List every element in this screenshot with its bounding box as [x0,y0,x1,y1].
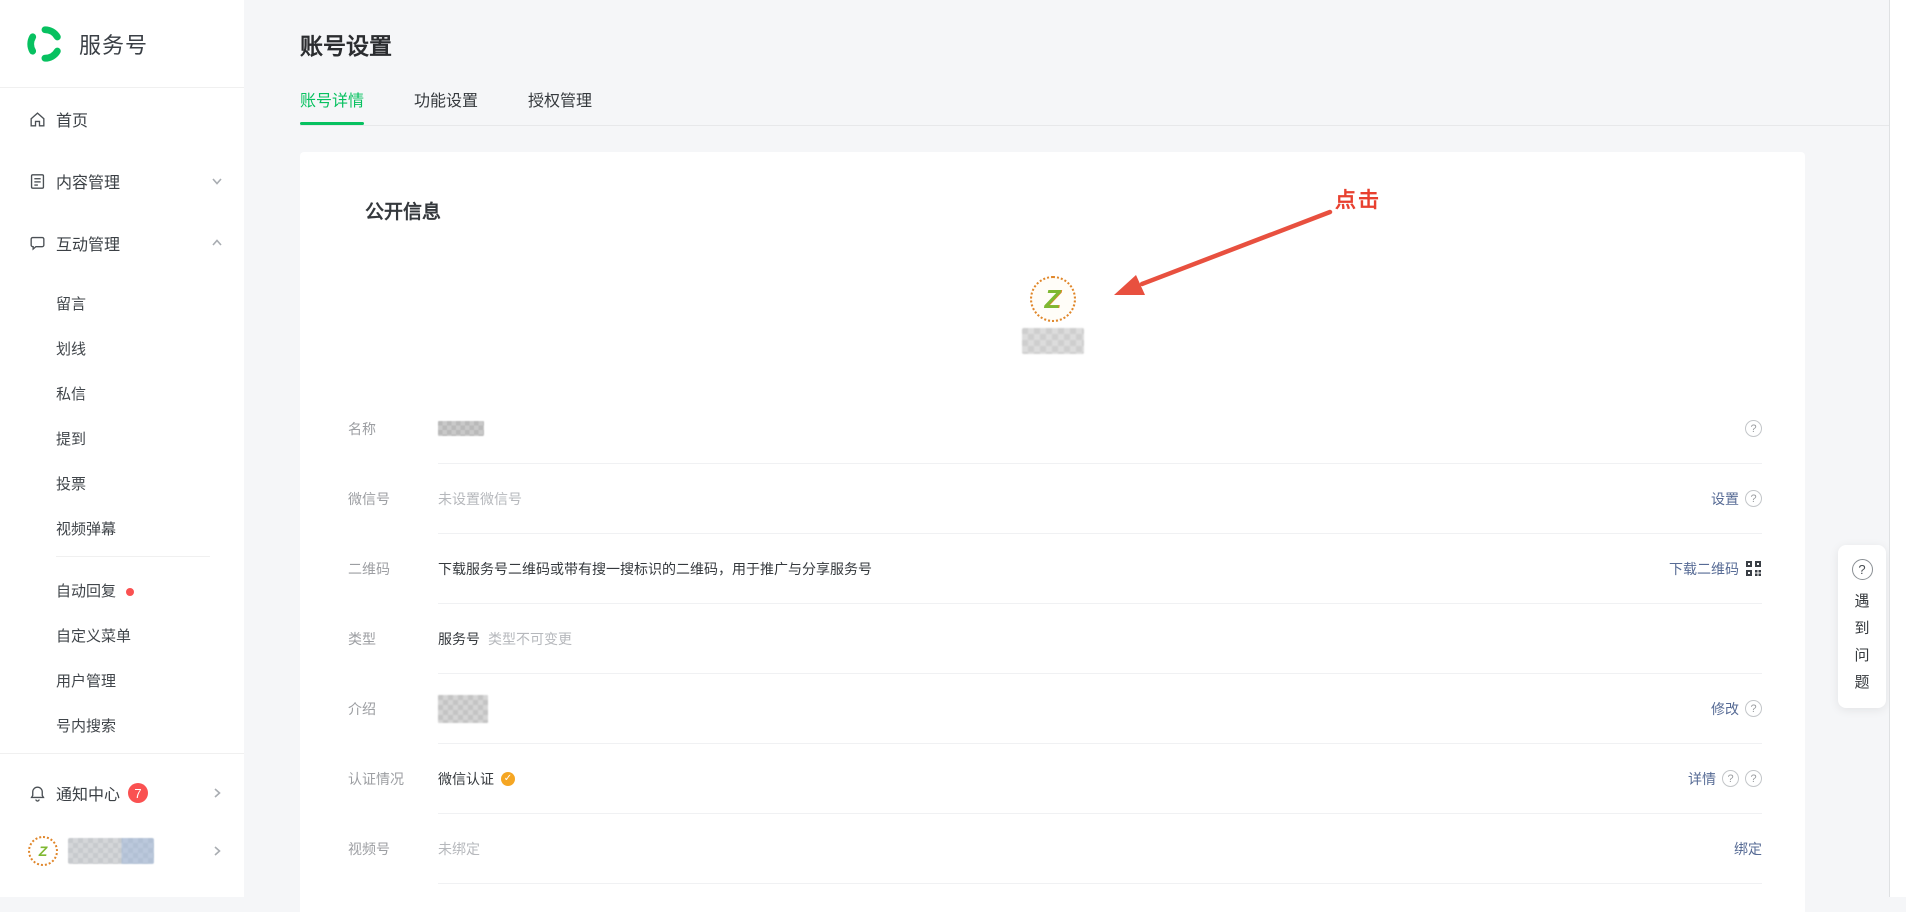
help-floating-panel[interactable]: ? 遇 到 问 题 [1838,545,1886,708]
sidebar-item-home[interactable]: 首页 [0,88,244,150]
document-icon [28,172,47,191]
home-icon [28,110,47,129]
unread-dot [126,588,134,596]
sidebar-item-auto-reply[interactable]: 自动回复 [0,569,244,614]
sidebar-item-account-search[interactable]: 号内搜索 [0,704,244,749]
sidebar-divider [56,556,210,557]
help-icon[interactable]: ? [1745,420,1762,437]
sidebar-item-label: 首页 [56,107,88,131]
chat-bubble-icon [28,234,47,253]
verification-status: 微信认证 [438,769,494,789]
tools-submenu: 自动回复 自定义菜单 用户管理 号内搜索 [0,569,244,749]
sidebar-item-notification-center[interactable]: 通知中心 7 [0,768,244,818]
qrcode-icon[interactable] [1745,560,1762,577]
form-row-verification: 认证情况 微信认证 ✓ 详情 ? ? [300,744,1805,814]
account-logo-avatar[interactable]: Z [1030,276,1076,322]
annotation-click-label: 点击 [1335,184,1381,214]
help-icon[interactable]: ? [1745,700,1762,717]
form-row-intro: 介绍 修改 ? [300,674,1805,744]
form-row-qrcode: 二维码 下载服务号二维码或带有搜一搜标识的二维码，用于推广与分享服务号 下载二维… [300,534,1805,604]
notification-badge: 7 [128,783,148,803]
sidebar-item-label: 互动管理 [56,231,120,255]
set-wechat-id-link[interactable]: 设置 [1711,489,1739,509]
sidebar-item-video-danmu[interactable]: 视频弹幕 [0,507,244,552]
public-info-card: 公开信息 Z 点击 名称 ? 微信号 未 [300,152,1805,912]
account-name-blurred [1022,328,1084,354]
wechat-official-logo-icon [26,25,64,63]
account-type-value: 服务号 [438,629,480,649]
section-title: 公开信息 [365,197,1805,224]
sidebar-item-underline[interactable]: 划线 [0,327,244,372]
sidebar: 服务号 首页 内容管理 互动管理 留言 划线 私信 提到 投票 视频弹幕 [0,0,244,897]
bell-icon [28,784,47,803]
qrcode-description: 下载服务号二维码或带有搜一搜标识的二维码，用于推广与分享服务号 [438,559,872,579]
scrollbar[interactable] [1889,0,1906,897]
main-content: 账号设置 账号详情 功能设置 授权管理 公开信息 Z 点击 名称 ? [244,0,1889,897]
name-value-blurred [438,421,484,436]
modify-intro-link[interactable]: 修改 [1711,699,1739,719]
intro-value-blurred [438,695,488,723]
sidebar-item-custom-menu[interactable]: 自定义菜单 [0,614,244,659]
tab-feature-settings[interactable]: 功能设置 [414,87,478,125]
chevron-right-icon [210,786,224,800]
sidebar-item-votes[interactable]: 投票 [0,462,244,507]
help-icon[interactable]: ? [1745,770,1762,787]
app-logo-row: 服务号 [0,0,244,88]
sidebar-divider [0,753,244,754]
sidebar-item-label: 内容管理 [56,169,120,193]
sidebar-item-private-msg[interactable]: 私信 [0,372,244,417]
channels-status: 未绑定 [438,839,480,859]
page-title: 账号设置 [244,0,1889,61]
download-qrcode-link[interactable]: 下载二维码 [1669,559,1739,579]
sidebar-item-content-mgmt[interactable]: 内容管理 [0,150,244,212]
tab-authorization-mgmt[interactable]: 授权管理 [528,87,592,125]
sidebar-account-row[interactable]: Z [0,826,244,876]
form-row-type: 类型 服务号 类型不可变更 [300,604,1805,674]
account-type-note: 类型不可变更 [488,629,572,649]
verified-check-icon: ✓ [501,772,515,786]
form-row-name: 名称 ? [300,394,1805,464]
sidebar-item-comments[interactable]: 留言 [0,282,244,327]
sidebar-item-interaction-mgmt[interactable]: 互动管理 [0,212,244,274]
tab-bar: 账号详情 功能设置 授权管理 [300,87,1889,126]
interaction-submenu: 留言 划线 私信 提到 投票 视频弹幕 [0,282,244,552]
verification-details-link[interactable]: 详情 [1688,769,1716,789]
sidebar-item-mentions[interactable]: 提到 [0,417,244,462]
question-circle-icon: ? [1852,559,1873,580]
account-name-blurred [68,838,154,864]
account-avatar: Z [28,836,58,866]
help-icon[interactable]: ? [1745,490,1762,507]
form-row-wechat-id: 微信号 未设置微信号 设置 ? [300,464,1805,534]
bind-channels-link[interactable]: 绑定 [1734,839,1762,859]
chevron-right-icon [210,844,224,858]
tab-account-details[interactable]: 账号详情 [300,87,364,125]
help-icon[interactable]: ? [1722,770,1739,787]
notification-label: 通知中心 [56,781,120,805]
app-title: 服务号 [79,28,148,60]
wechat-id-placeholder: 未设置微信号 [438,489,522,509]
form-row-channels: 视频号 未绑定 绑定 [300,814,1805,884]
sidebar-item-user-mgmt[interactable]: 用户管理 [0,659,244,704]
account-form: 名称 ? 微信号 未设置微信号 设置 ? [300,394,1805,884]
chevron-down-icon [210,174,224,188]
chevron-up-icon [210,236,224,250]
